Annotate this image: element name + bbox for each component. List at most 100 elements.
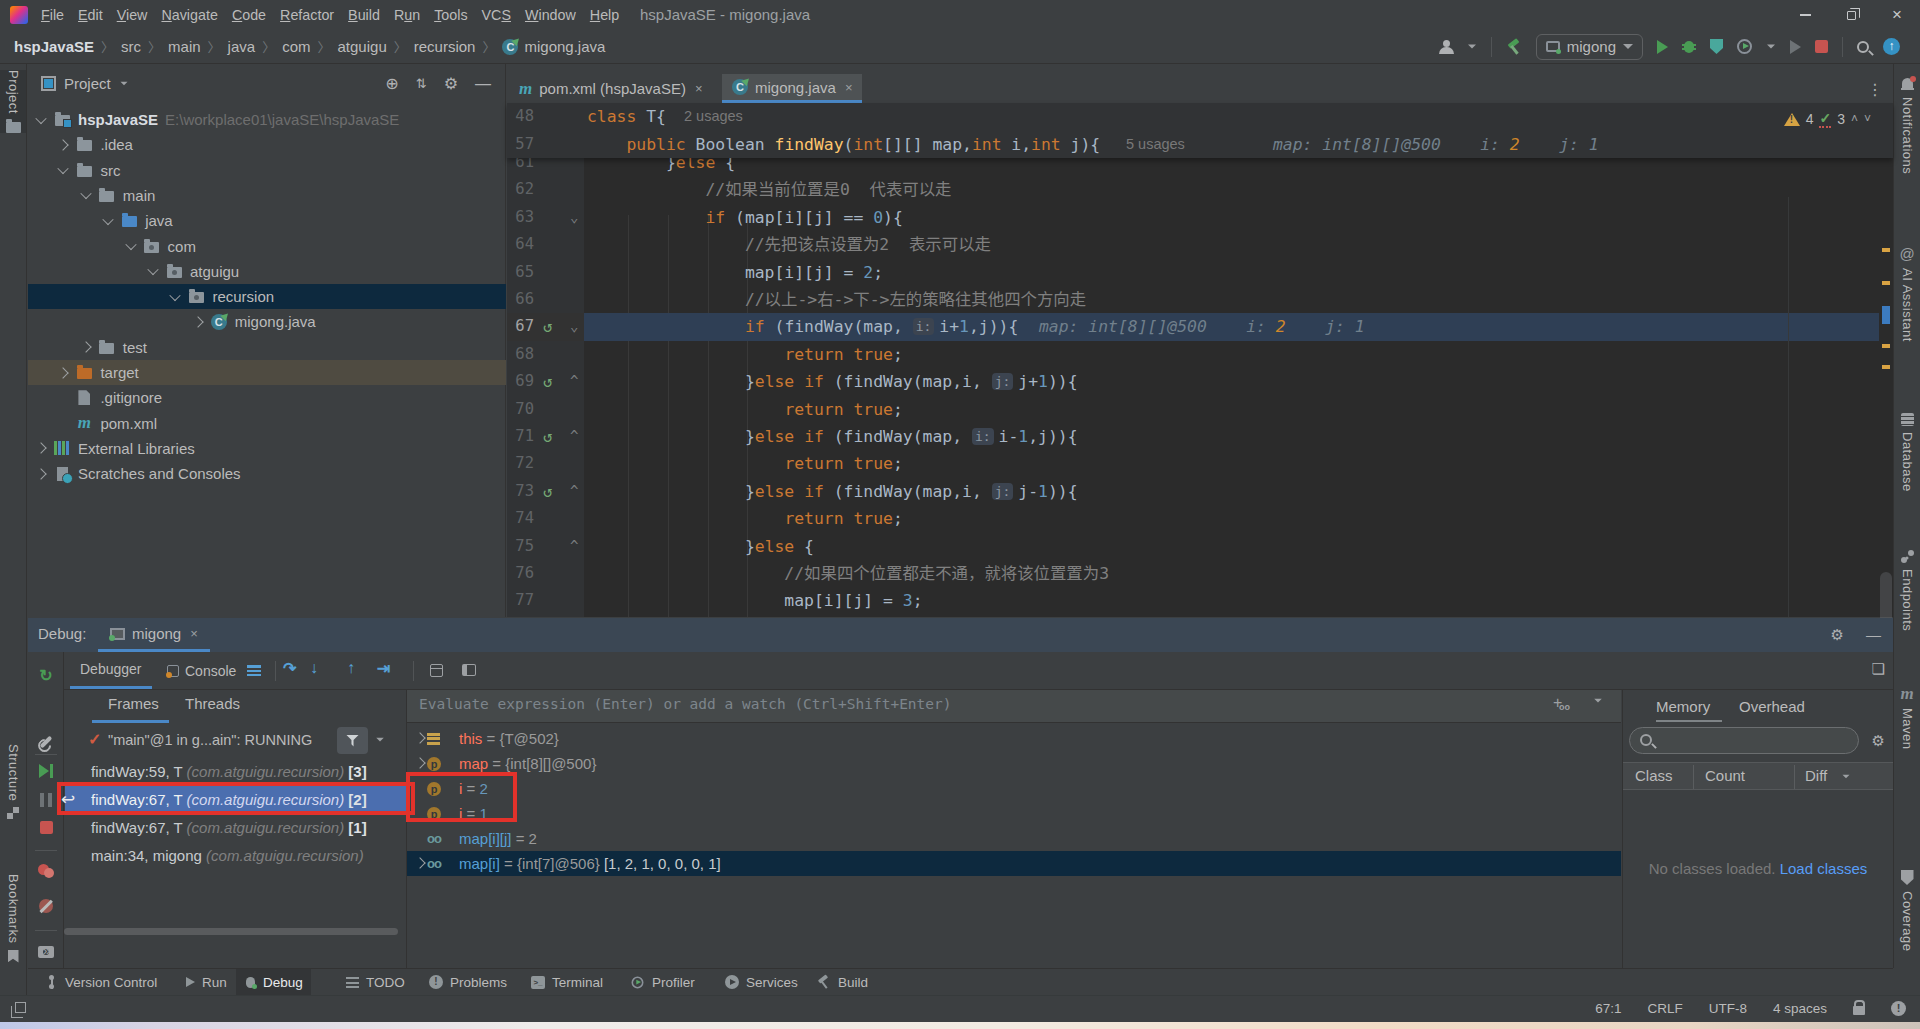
tree-item-migong.java[interactable]: Cmigong.java — [28, 309, 506, 334]
code-line-62[interactable]: 62 //如果当前位置是0 代表可以走 — [507, 176, 1893, 203]
layout-settings-icon[interactable] — [462, 664, 476, 676]
debug-button[interactable] — [1682, 39, 1696, 54]
recursive-call-icon[interactable]: ↺ — [543, 313, 553, 340]
chevron-expanded-icon[interactable] — [147, 264, 158, 275]
tree-item-com[interactable]: com — [28, 234, 506, 259]
tab-options-icon[interactable]: ⋮ — [1867, 80, 1883, 99]
tab-threads[interactable]: Threads — [185, 695, 240, 712]
chevron-expanded-icon[interactable] — [35, 112, 46, 123]
step-over-icon[interactable]: ↷ — [283, 659, 296, 678]
variable-row-mapij[interactable]: oomap[i][j] = 2 — [407, 826, 1621, 851]
chevron-collapsed-icon[interactable] — [192, 316, 203, 327]
menu-tools[interactable]: Tools — [427, 7, 474, 23]
step-into-icon[interactable]: ↓ — [310, 659, 318, 677]
memory-search-input[interactable] — [1629, 727, 1859, 754]
stripe-maven[interactable]: mMaven — [1894, 686, 1920, 750]
toolwindow-button-run[interactable]: Run — [178, 969, 235, 995]
tree-item-.idea[interactable]: .idea — [28, 132, 506, 157]
menu-help[interactable]: Help — [583, 7, 626, 23]
next-issue-icon[interactable]: ˅ — [1864, 112, 1871, 126]
stripe-structure[interactable]: Structure — [0, 744, 26, 819]
menu-refactor[interactable]: Refactor — [273, 7, 341, 23]
chevron-collapsed-icon[interactable] — [414, 732, 425, 743]
variable-row-mapi[interactable]: oomap[i] = {int[7]@506} [1, 2, 1, 0, 0, … — [407, 851, 1621, 876]
toolwindow-button-profiler[interactable]: Profiler — [622, 969, 703, 995]
project-panel-header[interactable]: Project — [41, 75, 129, 92]
run-disabled-button[interactable] — [1790, 40, 1801, 54]
tab-migong-java[interactable]: C migong.java × — [722, 74, 862, 103]
menu-code[interactable]: Code — [225, 7, 273, 23]
stop-button[interactable] — [1815, 40, 1828, 53]
tab-frames[interactable]: Frames — [108, 695, 159, 712]
code-line-63[interactable]: 63⌄ if (map[i][j] == 0){ — [507, 204, 1893, 231]
toolwindow-button-services[interactable]: Services — [717, 969, 806, 995]
code-line-70[interactable]: 70 return true; — [507, 396, 1893, 423]
breadcrumb-recursion[interactable]: recursion — [414, 38, 476, 55]
prev-issue-icon[interactable]: ˄ — [1851, 112, 1858, 126]
code-line-65[interactable]: 65 map[i][j] = 2; — [507, 259, 1893, 286]
stop-icon[interactable] — [28, 820, 64, 837]
run-configuration-select[interactable]: migong — [1536, 34, 1643, 60]
run-to-cursor-icon[interactable]: ⇥ — [377, 659, 390, 678]
usages-hint[interactable]: 5 usages — [1126, 131, 1185, 158]
search-everywhere-icon[interactable] — [1857, 41, 1869, 53]
evaluate-chevron-icon[interactable] — [1594, 699, 1602, 703]
chevron-collapsed-icon[interactable] — [58, 139, 69, 150]
recursive-call-icon[interactable]: ↺ — [543, 368, 553, 395]
filter-button[interactable] — [337, 727, 368, 754]
thread-selector[interactable]: ✓ "main"@1 in g...ain": RUNNING — [65, 726, 431, 756]
code-line-64[interactable]: 64 //先把该点设置为2 表示可以走 — [507, 231, 1893, 258]
code-line-74[interactable]: 74 return true; — [507, 505, 1893, 532]
chevron-collapsed-icon[interactable] — [35, 468, 46, 479]
layout-options-icon[interactable] — [247, 665, 261, 676]
chevron-expanded-icon[interactable] — [170, 290, 181, 301]
tab-memory[interactable]: Memory — [1656, 698, 1710, 715]
chevron-collapsed-icon[interactable] — [35, 443, 46, 454]
add-watch-icon[interactable] — [1553, 698, 1567, 712]
debug-hide-icon[interactable]: — — [1866, 626, 1881, 644]
variable-row-i[interactable]: pi = 2 — [407, 776, 1621, 801]
tree-item-src[interactable]: src — [28, 158, 506, 183]
code-line-73[interactable]: 73↺^ }else if (findWay(map,i, j:j-1)){ — [507, 478, 1893, 505]
menu-vcs[interactable]: VCS — [475, 7, 518, 23]
menu-file[interactable]: File — [34, 7, 71, 23]
frame-row[interactable]: findWay:67, T (com.atguigu.recursion) [1… — [65, 814, 406, 842]
tree-item-ScratchesandConsoles[interactable]: Scratches and Consoles — [28, 461, 506, 486]
tree-item-pom.xml[interactable]: mpom.xml — [28, 411, 506, 436]
code-line-57[interactable]: 57 public Boolean findWay(int[][] map,in… — [507, 131, 1893, 158]
frame-row[interactable]: main:34, migong (com.atguigu.recursion) — [65, 842, 406, 870]
event-log-icon[interactable]: ! — [1891, 1001, 1906, 1016]
file-encoding[interactable]: UTF-8 — [1709, 1001, 1747, 1016]
tab-console[interactable]: Console — [157, 652, 246, 689]
fold-marker-icon[interactable]: ⌄ — [570, 313, 578, 340]
readonly-lock-icon[interactable] — [1853, 1006, 1865, 1015]
chevron-expanded-icon[interactable] — [80, 188, 91, 199]
debugger-settings-icon[interactable] — [28, 730, 64, 747]
chevron-collapsed-icon[interactable] — [414, 757, 425, 768]
step-out-icon[interactable]: ↑ — [347, 659, 355, 677]
collab-chevron-icon[interactable] — [1468, 45, 1476, 49]
inspections-widget[interactable]: 4 ✓ 3 ˄ ˅ — [1784, 110, 1871, 128]
stripe-ai-assistant[interactable]: @AI Assistant — [1894, 245, 1920, 342]
profiler-chevron-icon[interactable] — [1767, 45, 1775, 49]
tree-item-java[interactable]: java — [28, 208, 506, 233]
column-class[interactable]: Class — [1635, 767, 1673, 784]
chevron-collapsed-icon[interactable] — [80, 342, 91, 353]
code-line-66[interactable]: 66 //以上->右->下->左的策略往其他四个方向走 — [507, 286, 1893, 313]
locate-icon[interactable]: ⊕ — [385, 74, 398, 93]
frames-scrollbar[interactable] — [64, 928, 398, 935]
debug-session-tab[interactable]: migong × — [98, 618, 210, 652]
tab-pom-xml[interactable]: m pom.xml (hspJavaSE) × — [509, 74, 713, 103]
view-breakpoints-icon[interactable] — [28, 864, 64, 881]
indent-style[interactable]: 4 spaces — [1773, 1001, 1827, 1016]
variable-row-j[interactable]: pj = 1 — [407, 801, 1621, 826]
collaboration-icon[interactable] — [1439, 40, 1453, 54]
tree-item-atguigu[interactable]: atguigu — [28, 259, 506, 284]
memory-settings-icon[interactable]: ⚙ — [1872, 732, 1885, 750]
run-button[interactable] — [1657, 40, 1668, 54]
tab-close-icon[interactable]: × — [695, 81, 703, 96]
hide-panel-icon[interactable]: — — [475, 75, 491, 93]
toolwindow-button-debug[interactable]: Debug — [236, 969, 311, 995]
code-line-76[interactable]: 76 //如果四个位置都走不通，就将该位置置为3 — [507, 560, 1893, 587]
chevron-collapsed-icon[interactable] — [58, 367, 69, 378]
